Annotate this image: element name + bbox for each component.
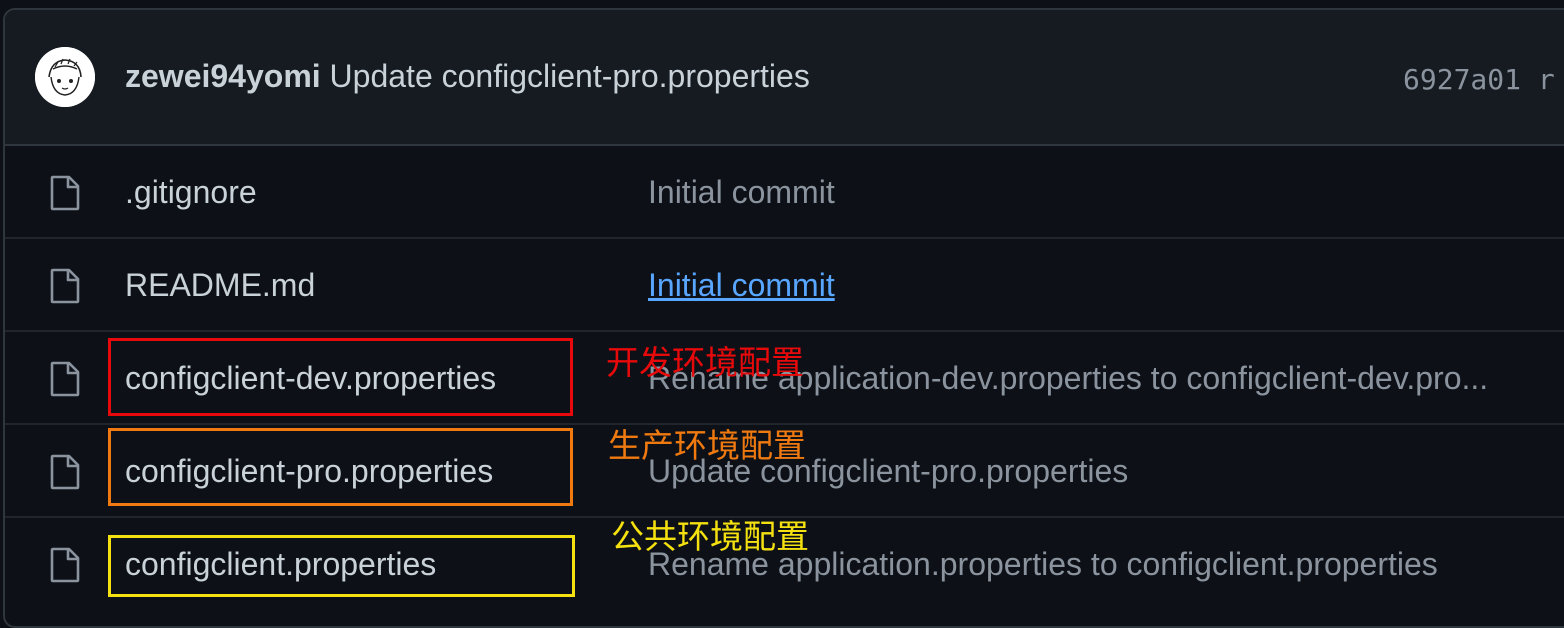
avatar-drawing-icon [35, 47, 95, 107]
pro-annotation-label: 生产环境配置 [608, 426, 806, 465]
file-row[interactable]: README.md Initial commit [5, 239, 1564, 332]
pro-highlight-box [108, 428, 573, 506]
dev-highlight-box [108, 338, 573, 416]
dev-annotation-label: 开发环境配置 [606, 343, 804, 382]
commit-message[interactable]: Update configclient-pro.properties [330, 58, 810, 94]
common-annotation-label: 公共环境配置 [611, 517, 809, 556]
commit-author[interactable]: zewei94yomi [125, 58, 321, 94]
commit-sha[interactable]: 6927a01 r [1403, 63, 1555, 96]
file-name-link[interactable]: README.md [125, 267, 315, 304]
file-name-link[interactable]: .gitignore [125, 174, 257, 211]
file-icon [50, 361, 80, 397]
file-icon [50, 454, 80, 490]
file-icon [50, 547, 80, 583]
file-commit-message[interactable]: Initial commit [648, 267, 835, 304]
file-icon [50, 268, 80, 304]
file-commit-message[interactable]: Initial commit [648, 174, 835, 211]
file-icon [50, 175, 80, 211]
latest-commit-summary: zewei94yomi Update configclient-pro.prop… [125, 58, 810, 95]
user-avatar[interactable] [35, 47, 95, 107]
latest-commit-bar: zewei94yomi Update configclient-pro.prop… [5, 10, 1564, 146]
file-row[interactable]: .gitignore Initial commit [5, 146, 1564, 239]
common-highlight-box [108, 535, 575, 597]
